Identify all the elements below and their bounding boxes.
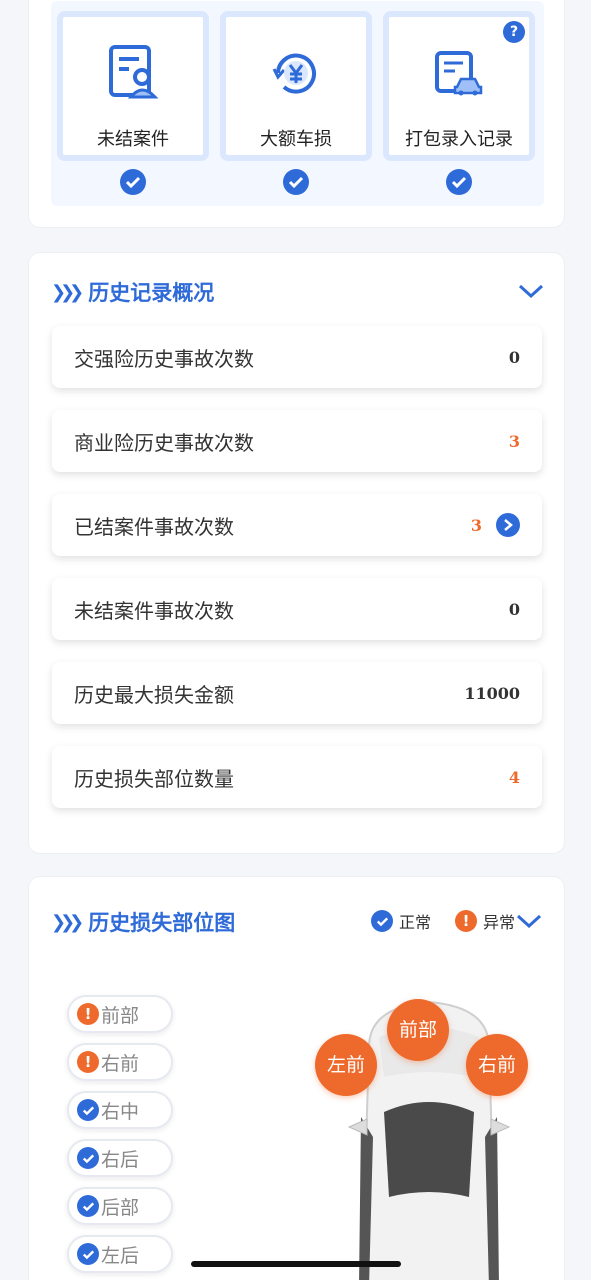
check-icon (77, 1195, 99, 1217)
alert-icon: ! (77, 1003, 99, 1025)
section-title: 历史记录概况 (88, 281, 215, 305)
part-label: 前部 (101, 1004, 140, 1027)
double-chevron-icon: ❯❯❯ (51, 911, 84, 933)
part-label: 左后 (101, 1244, 140, 1267)
stat-value: 3 (470, 515, 482, 535)
stat-value: 0 (508, 599, 520, 619)
stat-row-damaged-parts: 历史损失部位数量 4 (52, 746, 542, 808)
quick-entry-card: 未结案件 大额车损 ? 打包录入记录 (28, 0, 565, 228)
check-icon (77, 1099, 99, 1121)
part-label: 右前 (101, 1052, 140, 1075)
stat-value: 0 (508, 347, 520, 367)
part-label: 右后 (101, 1148, 140, 1171)
tile-label: 打包录入记录 (405, 129, 513, 150)
tile-label: 未结案件 (97, 129, 169, 150)
check-icon (371, 910, 393, 932)
part-pill-rear[interactable]: 后部 (67, 1187, 173, 1225)
stat-row-max-loss: 历史最大损失金额 11000 (52, 662, 542, 724)
quick-entry-strip: 未结案件 大额车损 ? 打包录入记录 (51, 1, 544, 206)
check-icon (120, 169, 146, 195)
document-user-icon (109, 45, 159, 99)
section-title: 历史损失部位图 (88, 911, 236, 935)
part-pill-right-front[interactable]: ! 右前 (67, 1043, 173, 1081)
tile-label: 大额车损 (260, 129, 332, 150)
check-icon (77, 1147, 99, 1169)
yen-refresh-icon (272, 53, 316, 94)
stat-label: 未结案件事故次数 (74, 598, 234, 623)
stat-label: 历史最大损失金额 (74, 682, 234, 707)
check-icon (446, 169, 472, 195)
chevron-right-icon[interactable] (496, 513, 520, 537)
marker-right-front[interactable]: 右前 (466, 1034, 528, 1096)
alert-icon: ! (77, 1051, 99, 1073)
tile-large-damage[interactable]: 大额车损 (220, 11, 372, 161)
legend-label: 异常 (483, 913, 516, 932)
help-icon[interactable]: ? (503, 21, 525, 43)
part-pill-left-rear[interactable]: 左后 (67, 1235, 173, 1273)
marker-front[interactable]: 前部 (387, 999, 449, 1061)
legend-abnormal: ! 异常 (455, 909, 515, 933)
part-label: 右中 (101, 1100, 140, 1123)
check-icon (77, 1243, 99, 1265)
car-document-icon (435, 51, 483, 96)
check-icon (283, 169, 309, 195)
stat-label: 商业险历史事故次数 (74, 430, 254, 455)
history-overview-card: ❯❯❯ 历史记录概况 交强险历史事故次数 0 商业险历史事故次数 3 已结案件事… (28, 252, 565, 854)
stat-row-commercial-accidents: 商业险历史事故次数 3 (52, 410, 542, 472)
stat-row-open-cases: 未结案件事故次数 0 (52, 578, 542, 640)
part-label: 后部 (101, 1196, 140, 1219)
marker-left-front[interactable]: 左前 (315, 1034, 377, 1096)
part-pill-right-rear[interactable]: 右后 (67, 1139, 173, 1177)
stat-value: 3 (508, 431, 520, 451)
home-indicator[interactable] (191, 1261, 401, 1267)
stat-label: 历史损失部位数量 (74, 766, 234, 791)
damage-map-card: ❯❯❯ 历史损失部位图 正常 ! 异常 ! 前部 ! 右前 右中 右后 后部 左… (28, 876, 565, 1280)
tile-package-records[interactable]: ? 打包录入记录 (383, 11, 535, 161)
stat-value: 4 (508, 767, 520, 787)
section-header: ❯❯❯ 历史记录概况 (51, 277, 214, 307)
legend-label: 正常 (399, 913, 432, 932)
legend-normal: 正常 (371, 909, 431, 933)
alert-icon: ! (455, 910, 477, 932)
chevron-down-icon[interactable] (515, 911, 543, 931)
stat-label: 已结案件事故次数 (74, 514, 234, 539)
stat-row-closed-cases[interactable]: 已结案件事故次数 3 (52, 494, 542, 556)
stat-value: 11000 (464, 683, 520, 703)
section-header: ❯❯❯ 历史损失部位图 (51, 907, 235, 937)
chevron-down-icon[interactable] (517, 281, 545, 301)
stat-label: 交强险历史事故次数 (74, 346, 254, 371)
tile-pending-cases[interactable]: 未结案件 (57, 11, 209, 161)
part-pill-right-middle[interactable]: 右中 (67, 1091, 173, 1129)
part-pill-front[interactable]: ! 前部 (67, 995, 173, 1033)
stat-row-compulsory-accidents: 交强险历史事故次数 0 (52, 326, 542, 388)
double-chevron-icon: ❯❯❯ (51, 281, 84, 303)
